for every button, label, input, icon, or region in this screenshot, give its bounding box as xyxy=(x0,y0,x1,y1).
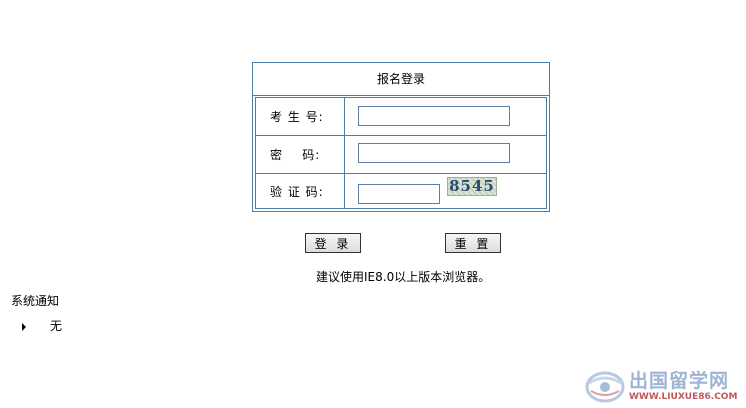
login-form: 考 生 号: 密 码: 验 证 码: 8545 xyxy=(255,97,547,209)
site-watermark: 出国留学网 WWW.LIUXUE86.COM xyxy=(585,366,741,406)
login-button[interactable]: 登 录 xyxy=(305,233,361,253)
browser-hint: 建议使用IE8.0以上版本浏览器。 xyxy=(316,270,491,284)
login-title: 报名登录 xyxy=(253,63,549,96)
password-label: 密 码: xyxy=(256,135,345,173)
captcha-image[interactable]: 8545 xyxy=(447,177,497,196)
notice-title: 系统通知 xyxy=(11,294,60,308)
form-row-captcha: 验 证 码: 8545 xyxy=(256,174,546,209)
notice-item-text: 无 xyxy=(50,319,63,333)
form-row-candidate-id: 考 生 号: xyxy=(256,98,546,136)
watermark-url: WWW.LIUXUE86.COM xyxy=(629,391,738,402)
form-row-password: 密 码: xyxy=(256,135,546,174)
password-input[interactable] xyxy=(358,143,510,163)
captcha-label: 验 证 码: xyxy=(256,174,345,209)
login-panel: 报名登录 考 生 号: 密 码: 验 证 码: 8545 xyxy=(252,62,550,212)
watermark-name: 出国留学网 xyxy=(629,369,730,392)
captcha-input[interactable] xyxy=(358,184,440,204)
triangle-right-icon xyxy=(22,322,26,331)
globe-logo-icon xyxy=(585,369,625,403)
reset-button[interactable]: 重 置 xyxy=(445,233,501,253)
candidate-id-label: 考 生 号: xyxy=(256,98,345,135)
notice-item: 无 xyxy=(22,317,62,334)
candidate-id-input[interactable] xyxy=(358,106,510,126)
